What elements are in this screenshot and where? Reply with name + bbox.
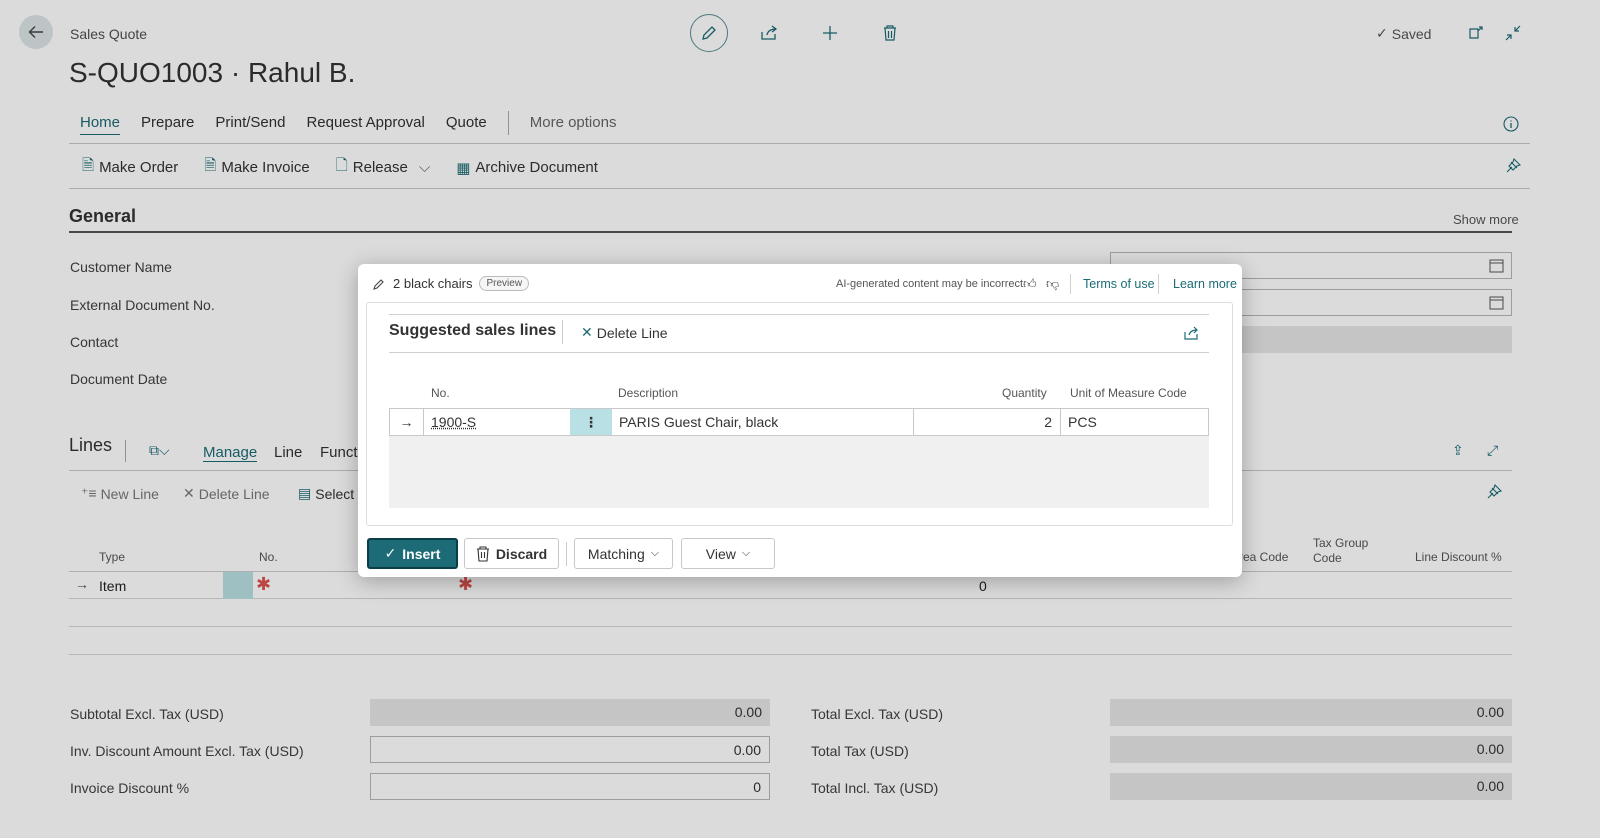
insert-button[interactable]: ✓ Insert	[367, 538, 458, 569]
suggested-item-quantity[interactable]: 2	[914, 409, 1060, 435]
dialog-col-description: Description	[618, 386, 679, 400]
suggested-item-no[interactable]: 1900-S	[431, 409, 571, 435]
cell-divider-2	[1060, 409, 1061, 435]
suggested-lines-dialog: 2 black chairs Preview AI-generated cont…	[358, 264, 1242, 577]
ai-disclaimer: AI-generated content may be incorrect	[836, 278, 1024, 290]
preview-badge: Preview	[479, 276, 530, 291]
discard-button[interactable]: Discard	[464, 538, 559, 569]
title-divider	[562, 320, 563, 344]
suggested-line-row[interactable]: → 1900-S ⋮ PARIS Guest Chair, black 2 PC…	[389, 408, 1209, 436]
panel-top-line	[389, 314, 1209, 315]
prompt-header: 2 black chairs Preview	[372, 276, 530, 291]
empty-rows-area	[389, 436, 1209, 508]
row-actions-icon[interactable]: ⋮	[570, 409, 612, 435]
dialog-share-button[interactable]	[1183, 325, 1199, 344]
header-divider-2	[1158, 274, 1159, 294]
dialog-delete-line-button[interactable]: ✕ Delete Line	[581, 324, 668, 341]
terms-of-use-link[interactable]: Terms of use	[1083, 277, 1155, 291]
suggested-lines-title: Suggested sales lines	[389, 322, 557, 339]
learn-more-link[interactable]: Learn more	[1173, 277, 1237, 291]
dialog-col-no: No.	[431, 386, 450, 400]
suggested-item-uom[interactable]: PCS	[1068, 409, 1208, 435]
pencil-icon[interactable]	[372, 277, 386, 291]
delete-line-icon: ✕	[581, 324, 593, 340]
trash-icon	[476, 545, 489, 562]
dialog-col-quantity: Quantity	[1002, 386, 1047, 400]
chevron-down-icon: ⌵	[741, 547, 751, 559]
thumbs-down-icon[interactable]: 👎︎	[1046, 276, 1059, 292]
header-divider	[1070, 274, 1071, 294]
suggested-item-description[interactable]: PARIS Guest Chair, black	[619, 409, 914, 435]
row-arrow-icon: →	[390, 409, 424, 435]
chevron-down-icon: ⌵	[650, 547, 660, 559]
button-divider	[566, 542, 567, 566]
thumbs-up-icon[interactable]: 👍︎	[1023, 276, 1037, 292]
matching-button[interactable]: Matching ⌵	[574, 538, 673, 569]
share-icon	[1184, 326, 1198, 340]
view-button[interactable]: View ⌵	[681, 538, 775, 569]
title-underline	[389, 352, 1209, 353]
check-icon: ✓	[384, 545, 397, 561]
prompt-text[interactable]: 2 black chairs	[393, 276, 472, 291]
dialog-col-uom: Unit of Measure Code	[1070, 386, 1187, 400]
